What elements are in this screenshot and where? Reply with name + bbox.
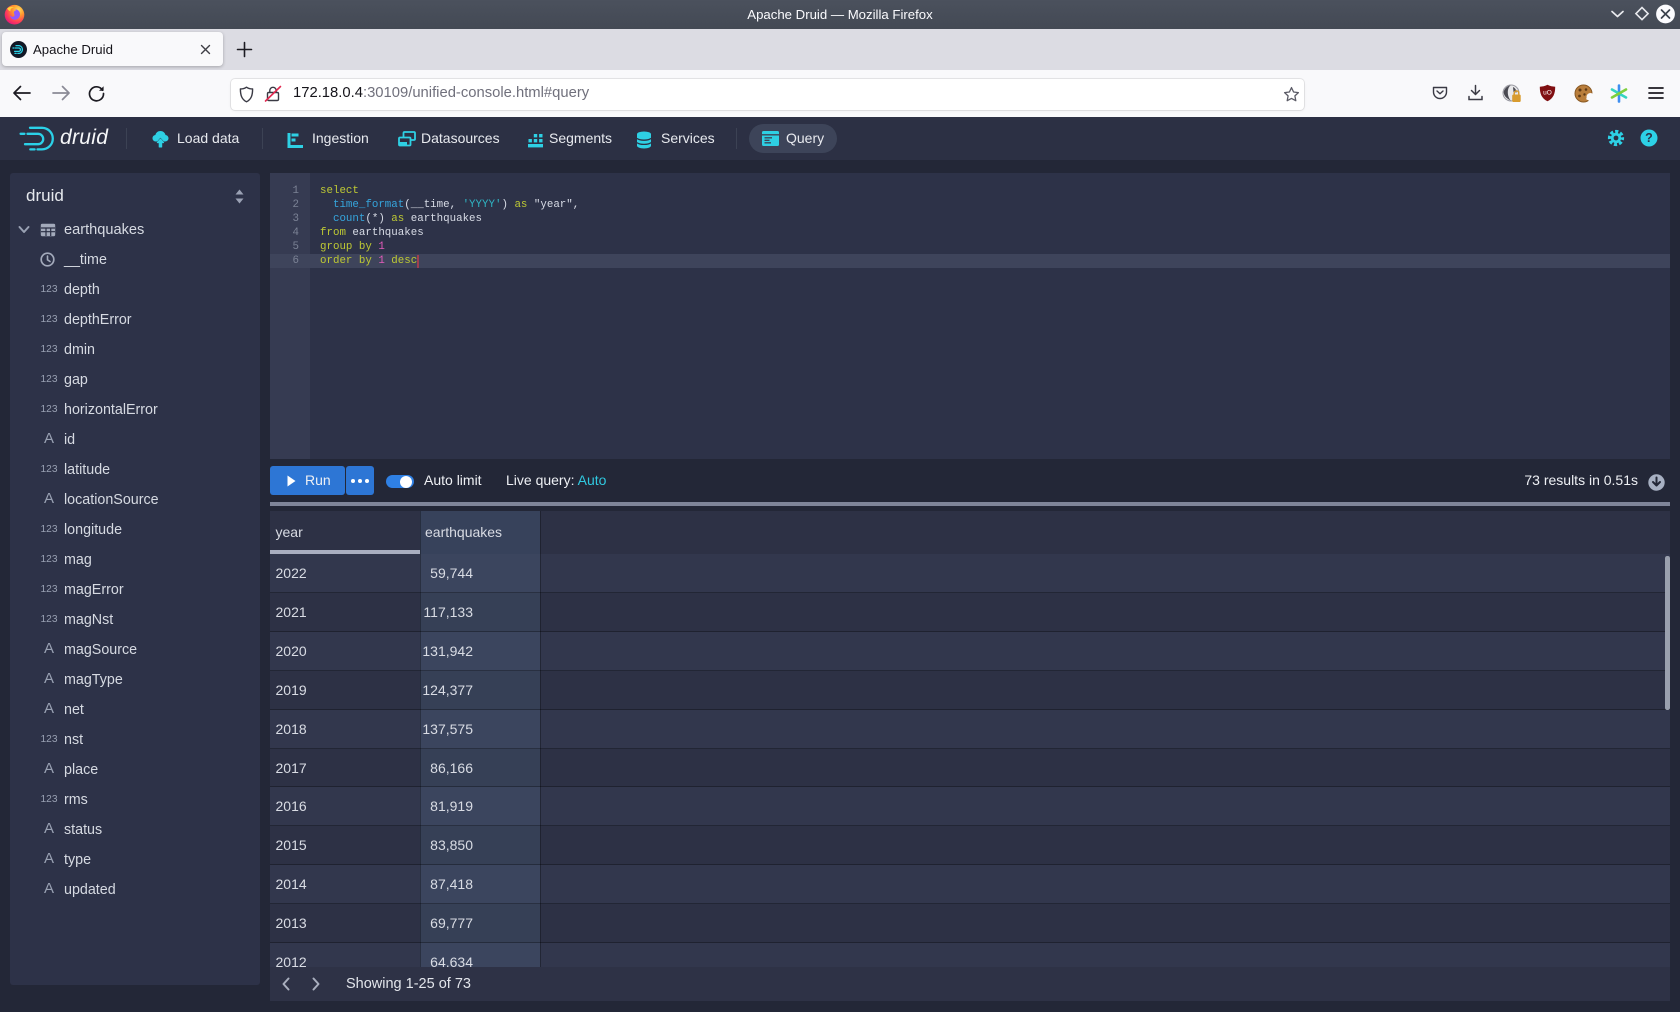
- svg-text:uO: uO: [1543, 90, 1552, 97]
- svg-text:?: ?: [1645, 131, 1653, 145]
